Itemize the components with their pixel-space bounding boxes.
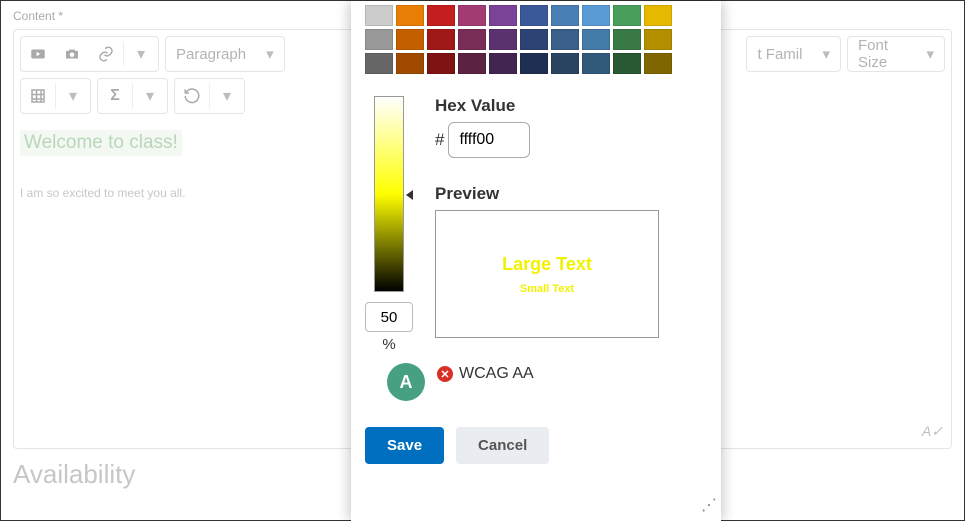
- undo-icon[interactable]: [175, 79, 209, 113]
- brightness-unit: %: [382, 336, 395, 353]
- color-swatch[interactable]: [365, 53, 393, 74]
- undo-group: ▾: [174, 78, 245, 114]
- color-swatch[interactable]: [613, 53, 641, 74]
- color-swatch[interactable]: [427, 53, 455, 74]
- color-swatch[interactable]: [396, 29, 424, 50]
- chevron-down-icon[interactable]: ▾: [56, 79, 90, 113]
- color-swatch[interactable]: [551, 5, 579, 26]
- color-swatch[interactable]: [613, 5, 641, 26]
- chevron-down-icon[interactable]: ▾: [124, 37, 158, 71]
- color-swatch[interactable]: [396, 53, 424, 74]
- color-swatch[interactable]: [396, 5, 424, 26]
- color-swatch[interactable]: [520, 5, 548, 26]
- brightness-column: %: [365, 96, 413, 353]
- accessibility-checker-icon[interactable]: A✓: [922, 423, 943, 440]
- color-swatch[interactable]: [551, 29, 579, 50]
- color-swatch[interactable]: [489, 53, 517, 74]
- preview-box: Large Text Small Text: [435, 210, 659, 338]
- color-picker-dialog: % Hex Value # Preview Large Text Small T…: [351, 1, 721, 521]
- color-swatch[interactable]: [644, 5, 672, 26]
- preview-small-text: Small Text: [520, 283, 574, 295]
- table-group: ▾: [20, 78, 91, 114]
- error-icon: ✕: [437, 366, 453, 382]
- preview-label: Preview: [435, 184, 707, 204]
- color-swatch[interactable]: [489, 29, 517, 50]
- wcag-label: WCAG AA: [459, 365, 534, 383]
- font-size-select[interactable]: Font Size ▾: [847, 36, 945, 72]
- chevron-down-icon: ▾: [822, 45, 830, 63]
- equation-group: Σ ▾: [97, 78, 168, 114]
- swatch-grid: [365, 5, 707, 74]
- hash-symbol: #: [435, 130, 444, 150]
- preview-large-text: Large Text: [502, 254, 592, 275]
- chevron-down-icon[interactable]: ▾: [133, 79, 167, 113]
- color-swatch[interactable]: [582, 53, 610, 74]
- font-family-label: t Famil: [757, 46, 802, 63]
- cancel-button[interactable]: Cancel: [456, 427, 549, 464]
- brightness-input[interactable]: [365, 302, 413, 332]
- brightness-slider[interactable]: [374, 96, 404, 292]
- color-swatch[interactable]: [458, 29, 486, 50]
- editor-heading: Welcome to class!: [20, 130, 182, 156]
- chevron-down-icon[interactable]: ▾: [210, 79, 244, 113]
- color-swatch[interactable]: [520, 29, 548, 50]
- sigma-icon[interactable]: Σ: [98, 79, 132, 113]
- color-swatch[interactable]: [644, 29, 672, 50]
- media-group: ▾: [20, 36, 159, 72]
- video-icon[interactable]: [21, 37, 55, 71]
- table-icon[interactable]: [21, 79, 55, 113]
- brightness-handle-icon[interactable]: [406, 190, 413, 200]
- color-swatch[interactable]: [458, 53, 486, 74]
- grade-badge: A: [387, 363, 425, 401]
- wcag-row: A ✕ WCAG AA: [365, 365, 707, 383]
- color-swatch[interactable]: [644, 53, 672, 74]
- hex-input[interactable]: [448, 122, 530, 158]
- dialog-actions: Save Cancel: [365, 427, 707, 464]
- font-family-select[interactable]: t Famil ▾: [746, 36, 841, 72]
- color-swatch[interactable]: [582, 5, 610, 26]
- chevron-down-icon: ▾: [926, 45, 934, 63]
- color-swatch[interactable]: [427, 29, 455, 50]
- chevron-down-icon: ▾: [266, 45, 274, 63]
- save-button[interactable]: Save: [365, 427, 444, 464]
- link-icon[interactable]: [89, 37, 123, 71]
- resize-handle-icon[interactable]: ⋰: [701, 495, 715, 515]
- color-swatch[interactable]: [458, 5, 486, 26]
- color-swatch[interactable]: [551, 53, 579, 74]
- paragraph-label: Paragraph: [176, 46, 246, 63]
- hex-label: Hex Value: [435, 96, 707, 116]
- font-size-label: Font Size: [858, 37, 906, 71]
- color-swatch[interactable]: [365, 29, 393, 50]
- camera-icon[interactable]: [55, 37, 89, 71]
- color-swatch[interactable]: [582, 29, 610, 50]
- paragraph-select[interactable]: Paragraph ▾: [165, 36, 285, 72]
- color-swatch[interactable]: [489, 5, 517, 26]
- color-swatch[interactable]: [365, 5, 393, 26]
- color-swatch[interactable]: [520, 53, 548, 74]
- color-swatch[interactable]: [427, 5, 455, 26]
- color-swatch[interactable]: [613, 29, 641, 50]
